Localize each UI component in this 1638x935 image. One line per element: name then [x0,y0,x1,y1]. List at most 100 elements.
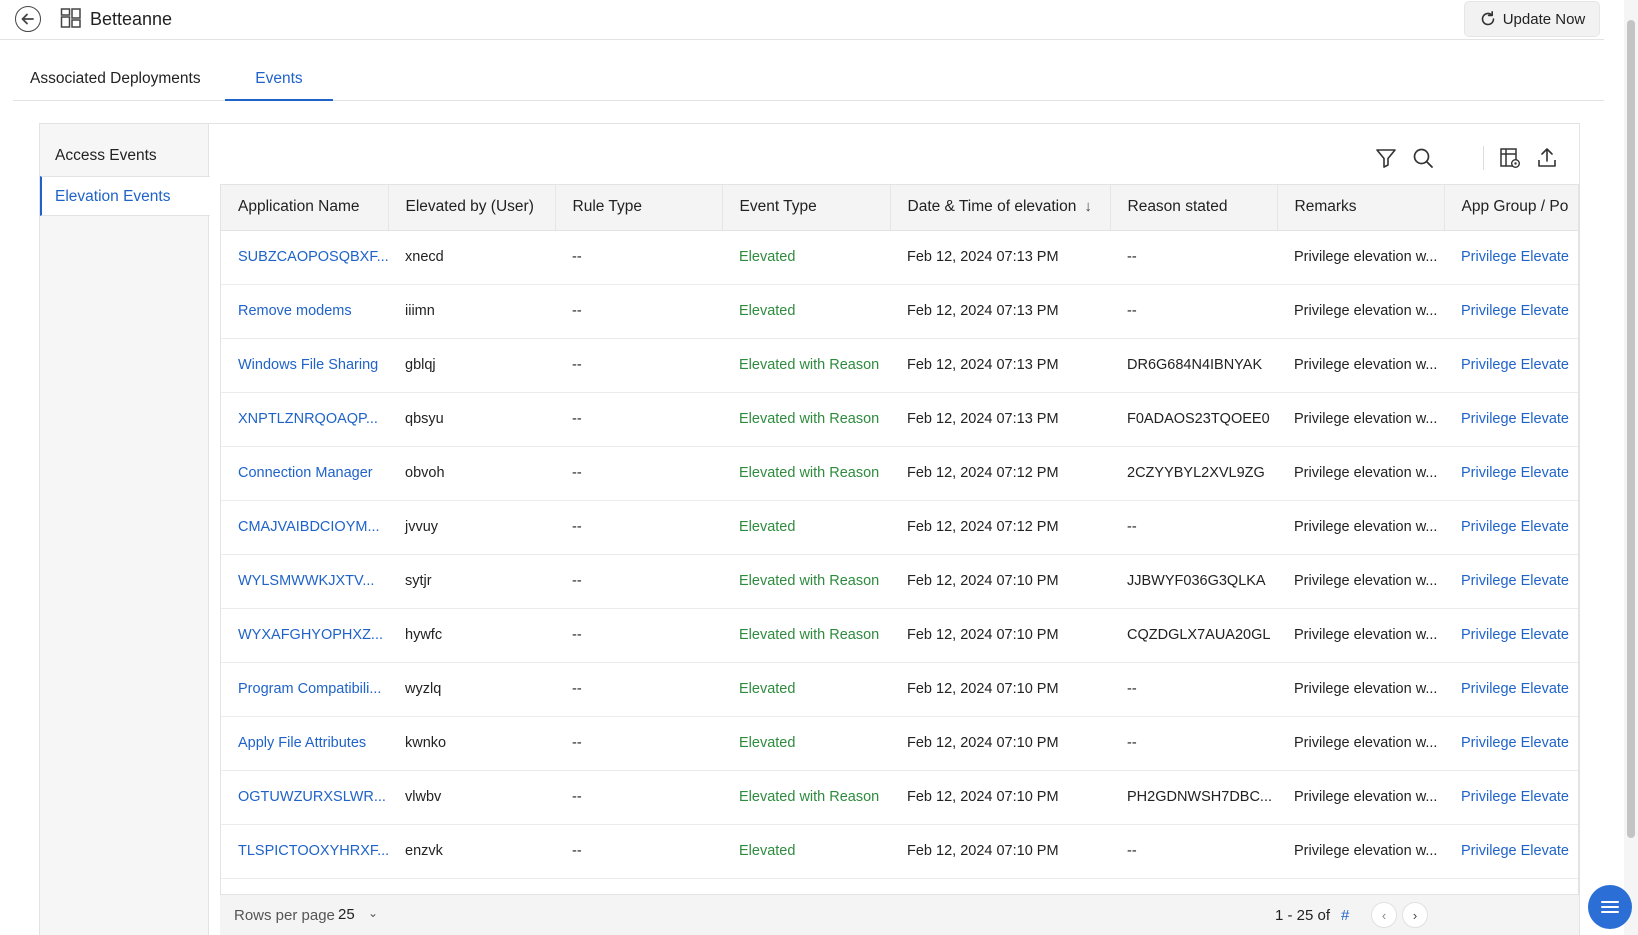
application-name-cell[interactable]: TLSPICTOOXYHRXF... [221,824,388,879]
column-header-reason-stated[interactable]: Reason stated [1110,185,1278,231]
table-row[interactable]: TLSPICTOOXYHRXF... enzvk -- Elevated Feb 12,… [221,824,1578,879]
remarks-cell: Privilege elevation w... [1277,338,1444,393]
sidenav-item-elevation-events[interactable]: Elevation Events [40,176,210,216]
column-header-date-time[interactable]: Date & Time of elevation ↓ [890,185,1111,231]
application-name-cell[interactable]: Connection Manager [221,446,388,501]
app-group-cell[interactable]: Privilege Elevate [1444,284,1578,339]
search-icon[interactable] [1411,146,1435,170]
table-row[interactable]: Remove modems iiimn -- Elevated Feb 12, 2024… [221,284,1578,339]
elevated-by-cell: jvvuy [388,500,555,555]
app-group-cell[interactable]: Privilege Elevate [1444,824,1578,879]
elevated-by-cell: iiimn [388,284,555,339]
column-header-rule-type[interactable]: Rule Type [555,185,723,231]
date-time-cell: Feb 12, 2024 07:10 PM [890,554,1110,609]
reason-cell: -- [1110,284,1277,339]
rows-per-page-value[interactable]: 25 [338,906,355,923]
application-name-cell[interactable]: Apply File Attributes [221,716,388,771]
date-time-cell: Feb 12, 2024 07:10 PM [890,770,1110,825]
table-row[interactable]: CMAJVAIBDCIOYM... jvvuy -- Elevated Feb 12, … [221,500,1578,555]
rule-type-cell: -- [555,500,722,555]
column-settings-icon[interactable] [1498,146,1522,170]
table-row[interactable]: XNPTLZNRQOAQP... qbsyu -- Elevated with Rea… [221,392,1578,447]
tab-associated-deployments[interactable]: Associated Deployments [30,70,201,101]
app-group-cell[interactable]: Privilege Elevate [1444,662,1578,717]
table-header-row: Application Name Elevated by (User) Rule… [221,185,1578,231]
app-group-cell[interactable]: Privilege Elevate [1444,338,1578,393]
date-time-cell: Feb 12, 2024 07:13 PM [890,392,1110,447]
table-row[interactable]: WYLSMWWKJXTV... sytjr -- Elevated with Reas… [221,554,1578,609]
export-icon[interactable] [1535,146,1559,170]
app-group-cell[interactable]: Privilege Elevate [1444,500,1578,555]
application-name-cell[interactable]: Windows File Sharing [221,338,388,393]
page-scrollbar[interactable] [1624,0,1638,935]
date-time-cell: Feb 12, 2024 07:10 PM [890,824,1110,879]
app-group-cell[interactable]: Privilege Elevate [1444,554,1578,609]
filter-icon[interactable] [1374,146,1398,170]
event-type-cell: Elevated [722,662,890,717]
remarks-cell: Privilege elevation w... [1277,392,1444,447]
sidenav-item-access-events[interactable]: Access Events [40,136,210,176]
events-sidenav: Access Events Elevation Events [40,124,210,935]
elevated-by-cell: gblqj [388,338,555,393]
event-type-cell: Elevated with Reason [722,608,890,663]
rule-type-cell: -- [555,824,722,879]
column-header-date-time-label: Date & Time of elevation [907,198,1077,216]
chevron-left-icon: ‹ [1381,907,1387,923]
application-name-cell[interactable]: CMAJVAIBDCIOYM... [221,500,388,555]
application-name-cell[interactable]: Remove modems [221,284,388,339]
rule-type-cell: -- [555,608,722,663]
application-name-cell[interactable]: Program Compatibili... [221,662,388,717]
elevated-by-cell: wyzlq [388,662,555,717]
remarks-cell: Privilege elevation w... [1277,716,1444,771]
application-name-cell[interactable]: XNPTLZNRQOAQP... [221,392,388,447]
elevated-by-cell: qbsyu [388,392,555,447]
refresh-icon [1481,11,1495,26]
column-header-event-type[interactable]: Event Type [722,185,891,231]
rule-type-cell: -- [555,284,722,339]
rule-type-cell: -- [555,338,722,393]
tab-events[interactable]: Events [225,70,333,101]
menu-fab-button[interactable] [1588,885,1632,929]
column-header-elevated-by[interactable]: Elevated by (User) [388,185,556,231]
prev-page-button[interactable]: ‹ [1371,902,1397,928]
table-row[interactable]: Windows File Sharing gblqj -- Elevated with… [221,338,1578,393]
remarks-cell: Privilege elevation w... [1277,284,1444,339]
update-now-button[interactable]: Update Now [1464,1,1600,37]
reason-cell: -- [1110,500,1277,555]
next-page-button[interactable]: › [1402,902,1428,928]
total-count-link[interactable]: # [1341,907,1349,924]
table-row[interactable]: Program Compatibili... wyzlq -- Elevated Feb… [221,662,1578,717]
remarks-cell: Privilege elevation w... [1277,662,1444,717]
column-header-remarks[interactable]: Remarks [1277,185,1445,231]
application-name-cell[interactable]: SUBZCAOPOSQBXF... [221,230,388,285]
app-group-cell[interactable]: Privilege Elevate [1444,608,1578,663]
scrollbar-thumb[interactable] [1627,20,1635,838]
elevated-by-cell: kwnko [388,716,555,771]
table-row[interactable]: Connection Manager obvoh -- Elevated with R… [221,446,1578,501]
app-group-cell[interactable]: Privilege Elevate [1444,770,1578,825]
application-name-cell[interactable]: WYXAFGHYOPHXZ... [221,608,388,663]
table-row[interactable]: SUBZCAOPOSQBXF... xnecd -- Elevated Feb 12, … [221,230,1578,285]
column-header-application-name[interactable]: Application Name [221,185,389,231]
application-name-cell[interactable]: OGTUWZURXSLWR... [221,770,388,825]
table-row[interactable]: OGTUWZURXSLWR... vlwbv -- Elevated with Rea… [221,770,1578,825]
table-row[interactable]: Apply File Attributes kwnko -- Elevated Feb … [221,716,1578,771]
rule-type-cell: -- [555,716,722,771]
sort-descending-icon: ↓ [1084,198,1092,216]
application-name-cell[interactable]: WYLSMWWKJXTV... [221,554,388,609]
date-time-cell: Feb 12, 2024 07:10 PM [890,662,1110,717]
date-time-cell: Feb 12, 2024 07:13 PM [890,230,1110,285]
rule-type-cell: -- [555,230,722,285]
column-header-app-group[interactable]: App Group / Po [1444,185,1578,231]
app-group-cell[interactable]: Privilege Elevate [1444,716,1578,771]
app-group-cell[interactable]: Privilege Elevate [1444,230,1578,285]
arrow-left-circle-icon [21,13,34,25]
app-group-cell[interactable]: Privilege Elevate [1444,392,1578,447]
table-row[interactable]: WYXAFGHYOPHXZ... hywfc -- Elevated with Rea… [221,608,1578,663]
chevron-down-icon[interactable]: ⌄ [368,906,378,920]
table-body: SUBZCAOPOSQBXF... xnecd -- Elevated Feb 12, … [221,230,1578,879]
elevated-by-cell: xnecd [388,230,555,285]
app-group-cell[interactable]: Privilege Elevate [1444,446,1578,501]
back-button[interactable] [15,6,41,32]
top-bar: Betteanne Update Now [0,0,1604,40]
